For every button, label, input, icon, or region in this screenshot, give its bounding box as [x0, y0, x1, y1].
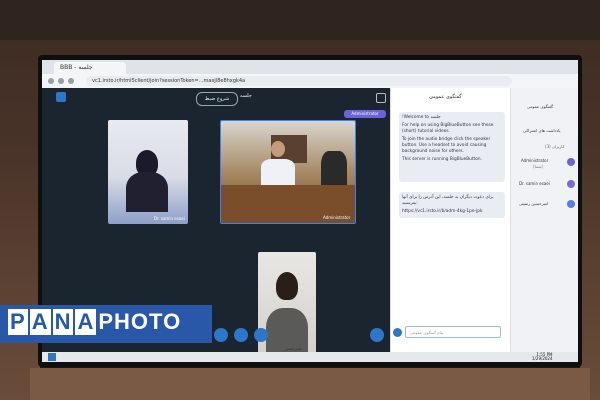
users-section-title: کاربران (3) — [545, 144, 565, 149]
video-tile-1[interactable]: Dr. samin esaei — [108, 120, 188, 224]
camera-icon[interactable] — [234, 328, 248, 342]
screen-share-icon[interactable] — [254, 328, 268, 342]
users-toggle-icon[interactable] — [56, 92, 66, 102]
wm-letter-p: P — [8, 309, 28, 335]
shelf — [30, 368, 590, 400]
public-chat-item[interactable]: گفتگوی عمومی — [527, 104, 553, 109]
wm-letter-a2: A — [75, 309, 97, 335]
invite-line-1: برای دعوت دیگران به جلسه، این آدرس را بر… — [402, 195, 494, 206]
video-tile-2[interactable]: Administrator — [220, 120, 356, 224]
welcome-message: !Welcome to جلسه For help on using BigBl… — [399, 112, 505, 182]
participant-2-body — [261, 159, 295, 185]
watermark-logo: P A N A PHOTO — [8, 309, 181, 335]
user-3-name[interactable]: امیرحسین رضیئی — [519, 201, 548, 206]
avatar-user-1 — [567, 158, 575, 166]
wm-letter-n: N — [52, 309, 74, 335]
windows-taskbar: 1:55 PM 1/29/2024 — [42, 352, 578, 362]
record-button[interactable]: شروع ضبط — [196, 92, 238, 106]
actions-plus-icon[interactable] — [370, 328, 384, 342]
start-icon[interactable] — [48, 353, 56, 361]
user-1-name[interactable]: Administrator — [521, 158, 548, 163]
meeting-header: شروع ضبط جلسه — [42, 88, 390, 108]
chat-title: گفتگوی عمومی — [429, 94, 462, 100]
tile-2-label: Administrator — [323, 215, 351, 220]
participant-2-head — [271, 141, 285, 157]
chat-input[interactable]: پیام گفتگوی عمومی — [405, 326, 501, 338]
invite-message: برای دعوت دیگران به جلسه، این آدرس را بر… — [399, 192, 505, 218]
address-bar[interactable]: vc1.irsto.ir/html5client/join?sessionTok… — [86, 76, 512, 86]
avatar-user-2 — [567, 180, 575, 188]
meeting-name: جلسه — [240, 93, 252, 99]
tile-1-label: Dr. samin esaei — [154, 216, 185, 221]
wall-top — [0, 0, 600, 40]
taskbar-clock: 1:55 PM 1/29/2024 — [532, 353, 553, 361]
send-icon[interactable] — [393, 328, 402, 337]
options-icon[interactable] — [376, 93, 386, 103]
wm-letter-a: A — [29, 309, 51, 335]
user-1-role: (شما) — [533, 164, 544, 169]
shared-notes-item[interactable]: یادداشت های اشتراکی — [523, 128, 561, 133]
welcome-line-3: To join the audio bridge click the speak… — [402, 137, 491, 154]
browser-tab[interactable]: BBB - جلسه — [54, 62, 126, 74]
avatar-user-3 — [567, 200, 575, 208]
reload-icon[interactable] — [68, 78, 74, 84]
welcome-line-4: This server is running BigBlueButton. — [402, 157, 482, 162]
participant-1-body — [126, 172, 168, 212]
welcome-line-1: !Welcome to جلسه — [402, 115, 441, 120]
users-panel: گفتگوی عمومی یادداشت های اشتراکی کاربران… — [510, 88, 578, 352]
browser-tabbar: BBB - جلسه — [42, 60, 578, 74]
presenter-badge: Administrator — [344, 110, 386, 118]
microphone-icon[interactable] — [214, 328, 228, 342]
tile-3-label: امیرحسین — [284, 346, 301, 351]
participant-4-head — [276, 272, 298, 300]
clock-date: 1/29/2024 — [532, 356, 553, 361]
welcome-line-2: For help on using BigBlueButton see thes… — [402, 123, 494, 134]
back-icon[interactable] — [48, 78, 54, 84]
invite-link[interactable]: https://vc1.irsto.ir/b/adm-4kg-1pe-jpk — [402, 209, 502, 215]
user-2-name[interactable]: Dr. samin esaei — [519, 181, 550, 186]
wm-photo: PHOTO — [98, 309, 182, 334]
chat-panel: گفتگوی عمومی !Welcome to جلسه For help o… — [390, 88, 511, 352]
tab-title: BBB - جلسه — [60, 64, 93, 71]
forward-icon[interactable] — [58, 78, 64, 84]
video-tile-3[interactable]: امیرحسین — [258, 252, 316, 356]
